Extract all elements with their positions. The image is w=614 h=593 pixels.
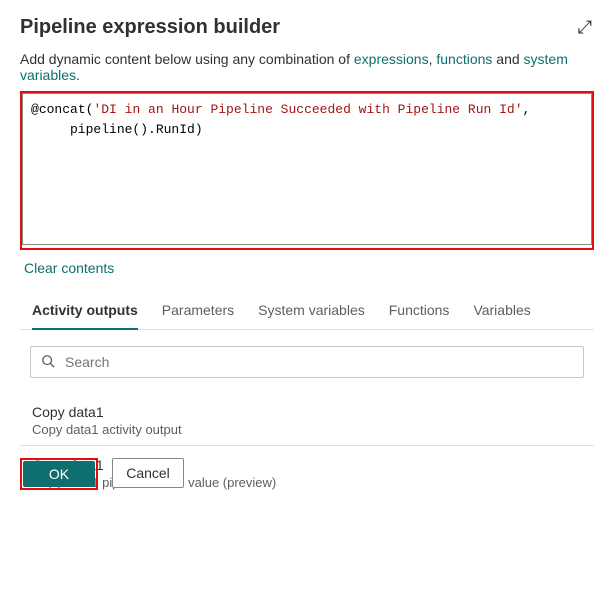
expression-editor[interactable] <box>22 93 592 245</box>
list-item[interactable]: Copy data1 Copy data1 activity output <box>32 396 582 449</box>
header-row: Pipeline expression builder ⤢ <box>20 16 594 51</box>
helper-tabs: Activity outputs Parameters System varia… <box>20 294 594 330</box>
search-input[interactable] <box>63 353 573 371</box>
search-icon <box>41 354 55 371</box>
list-item-title: Copy data1 <box>32 404 582 420</box>
ok-button-highlight: OK <box>20 458 98 490</box>
footer-actions: OK Cancel <box>20 445 594 490</box>
search-box[interactable] <box>30 346 584 378</box>
link-expressions[interactable]: expressions <box>354 51 429 67</box>
tab-variables[interactable]: Variables <box>473 294 530 330</box>
intro-text: Add dynamic content below using any comb… <box>20 51 594 83</box>
cancel-button[interactable]: Cancel <box>112 458 184 488</box>
intro-prefix: Add dynamic content below using any comb… <box>20 51 354 67</box>
intro-suffix: . <box>76 67 80 83</box>
expression-builder-panel: Pipeline expression builder ⤢ Add dynami… <box>0 0 614 502</box>
clear-contents-link[interactable]: Clear contents <box>24 260 114 276</box>
ok-button[interactable]: OK <box>23 461 95 487</box>
expression-editor-highlight: @concat('DI in an Hour Pipeline Succeede… <box>20 91 594 250</box>
intro-sep2: and <box>492 51 523 67</box>
link-functions[interactable]: functions <box>436 51 492 67</box>
tab-system-variables[interactable]: System variables <box>258 294 365 330</box>
list-item-subtitle: Copy data1 activity output <box>32 422 582 437</box>
tab-functions[interactable]: Functions <box>389 294 450 330</box>
tab-parameters[interactable]: Parameters <box>162 294 234 330</box>
tab-activity-outputs[interactable]: Activity outputs <box>32 294 138 330</box>
expand-icon[interactable]: ⤢ <box>576 16 594 38</box>
panel-title: Pipeline expression builder <box>20 16 280 39</box>
